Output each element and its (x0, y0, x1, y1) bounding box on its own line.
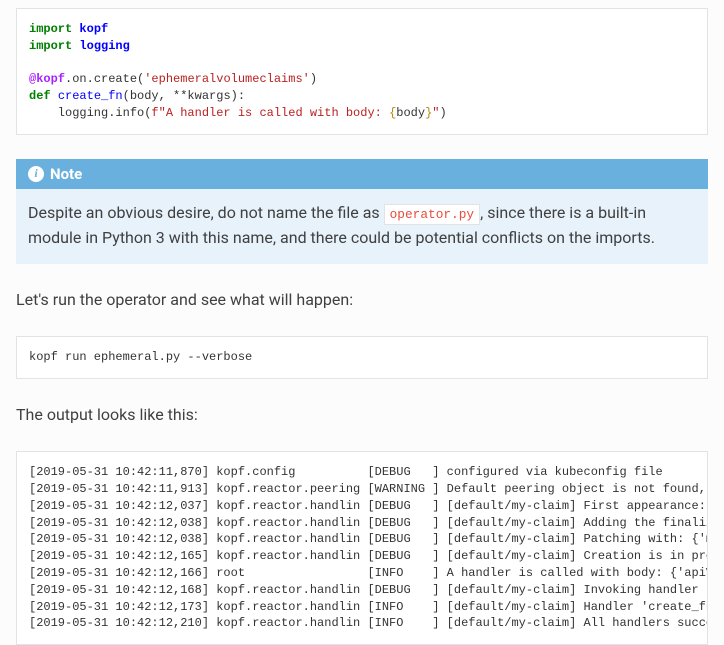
shell-code-block: kopf run ephemeral.py --verbose (16, 336, 708, 379)
fn-sig: (body, **kwargs): (123, 89, 245, 103)
inline-code-filename: operator.py (384, 204, 480, 225)
paragraph-output: The output looks like this: (16, 403, 708, 427)
log-output-block: [2019-05-31 10:42:11,870] kopf.config [D… (16, 451, 708, 645)
decorator-at: @kopf (29, 72, 65, 86)
info-icon: i (28, 166, 44, 182)
note-title-bar: i Note (16, 159, 708, 189)
mod-logging: logging (79, 39, 129, 53)
fstring: f"A handler is called with body: (151, 106, 389, 120)
kw-import: import (29, 22, 72, 36)
fn-name: create_fn (58, 89, 123, 103)
note-body: Despite an obvious desire, do not name t… (16, 189, 708, 265)
python-code-block: import kopf import logging @kopf.on.crea… (16, 8, 708, 135)
paragraph-run: Let's run the operator and see what will… (16, 288, 708, 312)
note-text-before: Despite an obvious desire, do not name t… (28, 203, 384, 222)
interp-var: body (396, 106, 425, 120)
mod-kopf: kopf (79, 22, 108, 36)
decorator-arg: 'ephemeralvolumeclaims' (144, 72, 310, 86)
note-title: Note (50, 165, 82, 183)
shell-command: kopf run ephemeral.py --verbose (29, 350, 252, 364)
kw-import: import (29, 39, 72, 53)
call-close: ) (439, 106, 446, 120)
kw-def: def (29, 89, 51, 103)
decorator-close: ) (310, 72, 317, 86)
log-call: logging.info( (29, 106, 151, 120)
decorator-tail: .on.create( (65, 72, 144, 86)
note-admonition: i Note Despite an obvious desire, do not… (16, 159, 708, 265)
